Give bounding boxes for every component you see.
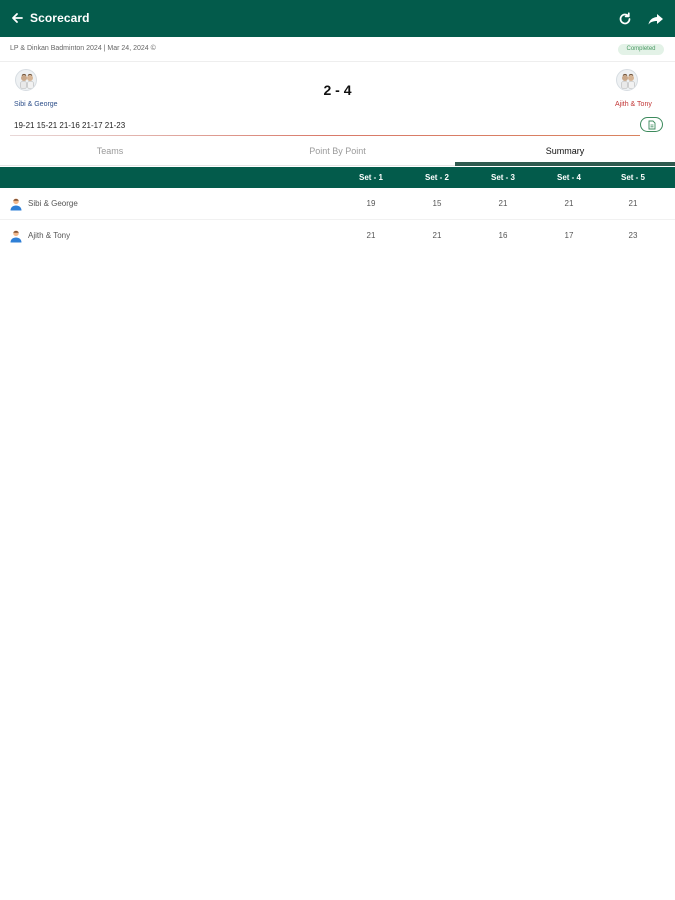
- match-meta-row: LP & Dinkan Badminton 2024 | Mar 24, 202…: [0, 37, 675, 62]
- set-score-cell: 23: [628, 231, 638, 240]
- column-header-set-4: Set - 4: [556, 173, 581, 182]
- share-icon[interactable]: [647, 10, 665, 28]
- players-avatar-icon: [20, 73, 34, 89]
- column-header-set-1: Set - 1: [358, 173, 383, 182]
- refresh-icon[interactable]: [616, 10, 634, 28]
- match-info-text: LP & Dinkan Badminton 2024 | Mar 24, 202…: [10, 45, 156, 52]
- status-badge: Completed: [618, 44, 664, 55]
- column-header-set-5: Set - 5: [620, 173, 645, 182]
- user-icon: [9, 197, 23, 211]
- team-name-cell: Sibi & George: [28, 199, 78, 208]
- set-score-cell: 15: [432, 199, 442, 208]
- set-score-cell: 21: [366, 231, 376, 240]
- team-name-cell: Ajith & Tony: [28, 231, 71, 240]
- set-score-cell: 21: [432, 231, 442, 240]
- team-a-name: Sibi & George: [14, 101, 58, 108]
- document-icon: [648, 120, 655, 129]
- set-score-cell: 19: [366, 199, 376, 208]
- set-score-cell: 16: [498, 231, 508, 240]
- tab-teams[interactable]: Teams: [0, 139, 220, 166]
- summary-table-header: Set - 1 Set - 2 Set - 3 Set - 4 Set - 5: [0, 167, 675, 188]
- back-arrow-icon[interactable]: [8, 9, 26, 27]
- team-b-avatar: [616, 69, 638, 91]
- arrow-left-icon: [12, 13, 23, 23]
- set-score-cell: 21: [628, 199, 638, 208]
- user-icon: [9, 229, 23, 243]
- team-b-name: Ajith & Tony: [615, 101, 652, 108]
- page-title: Scorecard: [30, 11, 90, 25]
- set-scores-text: 19-21 15-21 21-16 21-17 21-23: [14, 121, 126, 130]
- team-a-avatar: [15, 69, 37, 91]
- column-header-set-3: Set - 3: [490, 173, 515, 182]
- active-tab-indicator: [455, 162, 675, 166]
- players-avatar-icon: [621, 73, 635, 89]
- score-divider: [10, 135, 640, 136]
- table-row: Ajith & Tony 21 21 16 17 23: [0, 220, 675, 252]
- column-header-set-2: Set - 2: [424, 173, 449, 182]
- set-score-cell: 21: [498, 199, 508, 208]
- app-bar: Scorecard: [0, 0, 675, 37]
- tab-point-by-point[interactable]: Point By Point: [225, 139, 450, 166]
- set-score-cell: 21: [564, 199, 574, 208]
- table-row: Sibi & George 19 15 21 21 21: [0, 188, 675, 220]
- scoresheet-button[interactable]: [640, 117, 663, 132]
- set-score-cell: 17: [564, 231, 574, 240]
- match-score: 2 - 4: [323, 82, 352, 98]
